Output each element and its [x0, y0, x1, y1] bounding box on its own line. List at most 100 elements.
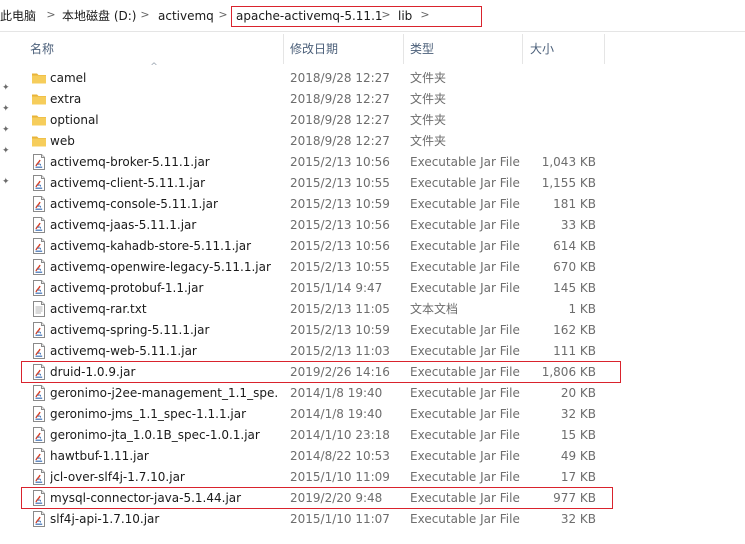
file-row[interactable]: druid-1.0.9.jar 2019/2/26 14:16 Executable… — [0, 362, 745, 383]
file-modified-date: 2019/2/26 14:16 — [290, 365, 390, 379]
file-name: slf4j-api-1.7.10.jar — [50, 512, 160, 526]
file-modified-date: 2019/2/20 9:48 — [290, 491, 383, 505]
file-type: Executable Jar File — [410, 365, 520, 379]
column-header-name[interactable]: 名称 — [30, 41, 54, 57]
file-type: 文件夹 — [410, 92, 447, 106]
breadcrumb-lib[interactable]: lib — [398, 8, 412, 24]
file-name: activemq-spring-5.11.1.jar — [50, 323, 210, 337]
file-row[interactable]: activemq-broker-5.11.1.jar 2015/2/13 10:5… — [0, 152, 745, 173]
file-modified-date: 2015/2/13 10:59 — [290, 323, 390, 337]
breadcrumb-separator-icon[interactable]: > — [140, 7, 150, 23]
file-row[interactable]: activemq-console-5.11.1.jar 2015/2/13 10:… — [0, 194, 745, 215]
file-row[interactable]: geronimo-jms_1.1_spec-1.1.1.jar 2014/1/8 … — [0, 404, 745, 425]
file-name: activemq-web-5.11.1.jar — [50, 344, 197, 358]
file-row[interactable]: activemq-client-5.11.1.jar 2015/2/13 10:5… — [0, 173, 745, 194]
file-modified-date: 2018/9/28 12:27 — [290, 134, 390, 148]
file-type: Executable Jar File — [410, 239, 520, 253]
breadcrumb-activemq[interactable]: activemq — [158, 8, 214, 24]
file-row[interactable]: geronimo-j2ee-management_1.1_spe... 2014/… — [0, 383, 745, 404]
folder-icon — [31, 91, 47, 107]
file-size — [526, 133, 596, 150]
file-type: 文件夹 — [410, 134, 447, 148]
file-name: camel — [50, 71, 87, 85]
file-type: Executable Jar File — [410, 281, 520, 295]
file-name: activemq-jaas-5.11.1.jar — [50, 218, 197, 232]
file-size: 33 KB — [560, 218, 596, 232]
file-row[interactable]: activemq-jaas-5.11.1.jar 2015/2/13 10:56 E… — [0, 215, 745, 236]
folder-icon — [31, 133, 47, 149]
file-row[interactable]: extra 2018/9/28 12:27 文件夹 — [0, 89, 745, 110]
file-size: 49 KB — [560, 449, 596, 463]
file-row[interactable]: activemq-rar.txt 2015/2/13 11:05 文本文档 1 KB — [0, 299, 745, 320]
file-size: 15 KB — [560, 428, 596, 442]
file-name: activemq-client-5.11.1.jar — [50, 176, 206, 190]
folder-icon — [31, 112, 47, 128]
file-size: 145 KB — [553, 281, 596, 295]
column-divider[interactable] — [604, 34, 605, 64]
file-name: druid-1.0.9.jar — [50, 365, 136, 379]
jar-file-icon — [31, 385, 47, 401]
file-size: 17 KB — [560, 470, 596, 484]
file-row[interactable]: mysql-connector-java-5.1.44.jar 2019/2/20… — [0, 488, 745, 509]
file-modified-date: 2018/9/28 12:27 — [290, 92, 390, 106]
column-divider[interactable] — [283, 34, 284, 64]
file-modified-date: 2015/2/13 10:55 — [290, 176, 390, 190]
file-size: 1,155 KB — [541, 176, 596, 190]
jar-file-icon — [31, 238, 47, 254]
file-size: 32 KB — [560, 512, 596, 526]
file-row[interactable]: camel 2018/9/28 12:27 文件夹 — [0, 68, 745, 89]
file-type: Executable Jar File — [410, 428, 520, 442]
file-modified-date: 2018/9/28 12:27 — [290, 71, 390, 85]
file-type: Executable Jar File — [410, 155, 520, 169]
file-row[interactable]: hawtbuf-1.11.jar 2014/8/22 10:53 Executabl… — [0, 446, 745, 467]
file-size: 162 KB — [553, 323, 596, 337]
file-name: activemq-protobuf-1.1.jar — [50, 281, 204, 295]
file-row[interactable]: geronimo-jta_1.0.1B_spec-1.0.1.jar 2014/1… — [0, 425, 745, 446]
file-name: activemq-broker-5.11.1.jar — [50, 155, 210, 169]
file-size — [526, 91, 596, 108]
file-type: Executable Jar File — [410, 470, 520, 484]
file-row[interactable]: optional 2018/9/28 12:27 文件夹 — [0, 110, 745, 131]
jar-file-icon — [31, 322, 47, 338]
file-type: Executable Jar File — [410, 323, 520, 337]
breadcrumb-this-pc[interactable]: 此电脑 — [0, 8, 36, 24]
file-row[interactable]: web 2018/9/28 12:27 文件夹 — [0, 131, 745, 152]
file-type: Executable Jar File — [410, 449, 520, 463]
file-name: activemq-kahadb-store-5.11.1.jar — [50, 239, 252, 253]
file-name: geronimo-jms_1.1_spec-1.1.1.jar — [50, 407, 247, 421]
file-modified-date: 2015/1/14 9:47 — [290, 281, 383, 295]
breadcrumb-separator-icon[interactable]: > — [381, 7, 391, 23]
column-divider[interactable] — [403, 34, 404, 64]
file-size: 111 KB — [553, 344, 596, 358]
breadcrumb-separator-icon[interactable]: > — [218, 7, 228, 23]
file-row[interactable]: jcl-over-slf4j-1.7.10.jar 2015/1/10 11:09… — [0, 467, 745, 488]
file-row[interactable]: activemq-spring-5.11.1.jar 2015/2/13 10:5… — [0, 320, 745, 341]
breadcrumb-separator-icon[interactable]: > — [420, 7, 430, 23]
file-type: Executable Jar File — [410, 344, 520, 358]
file-row[interactable]: activemq-kahadb-store-5.11.1.jar 2015/2/1… — [0, 236, 745, 257]
breadcrumb-apache-activemq[interactable]: apache-activemq-5.11.1 — [236, 8, 383, 24]
file-modified-date: 2014/1/8 19:40 — [290, 386, 383, 400]
file-row[interactable]: activemq-openwire-legacy-5.11.1.jar 2015/… — [0, 257, 745, 278]
file-modified-date: 2015/1/10 11:07 — [290, 512, 390, 526]
file-modified-date: 2014/8/22 10:53 — [290, 449, 390, 463]
file-row[interactable]: slf4j-api-1.7.10.jar 2015/1/10 11:07 Execu… — [0, 509, 745, 530]
file-name: geronimo-j2ee-management_1.1_spe... — [50, 386, 278, 400]
file-name: mysql-connector-java-5.1.44.jar — [50, 491, 242, 505]
breadcrumb-local-disk[interactable]: 本地磁盘 (D:) — [62, 8, 136, 24]
file-row[interactable]: activemq-web-5.11.1.jar 2015/2/13 11:03 Ex… — [0, 341, 745, 362]
file-name: hawtbuf-1.11.jar — [50, 449, 149, 463]
file-row[interactable]: activemq-protobuf-1.1.jar 2015/1/14 9:47 E… — [0, 278, 745, 299]
column-header-size[interactable]: 大小 — [530, 41, 554, 57]
column-header-modified[interactable]: 修改日期 — [290, 41, 338, 57]
column-divider[interactable] — [522, 34, 523, 64]
file-name: activemq-rar.txt — [50, 302, 147, 316]
file-size: 32 KB — [560, 407, 596, 421]
address-bar[interactable]: 此电脑 > 本地磁盘 (D:) > activemq > apache-acti… — [0, 0, 745, 32]
file-type: Executable Jar File — [410, 176, 520, 190]
column-header-type[interactable]: 类型 — [410, 41, 434, 57]
jar-file-icon — [31, 490, 47, 506]
file-name: optional — [50, 113, 99, 127]
jar-file-icon — [31, 343, 47, 359]
breadcrumb-separator-icon[interactable]: > — [46, 7, 56, 23]
